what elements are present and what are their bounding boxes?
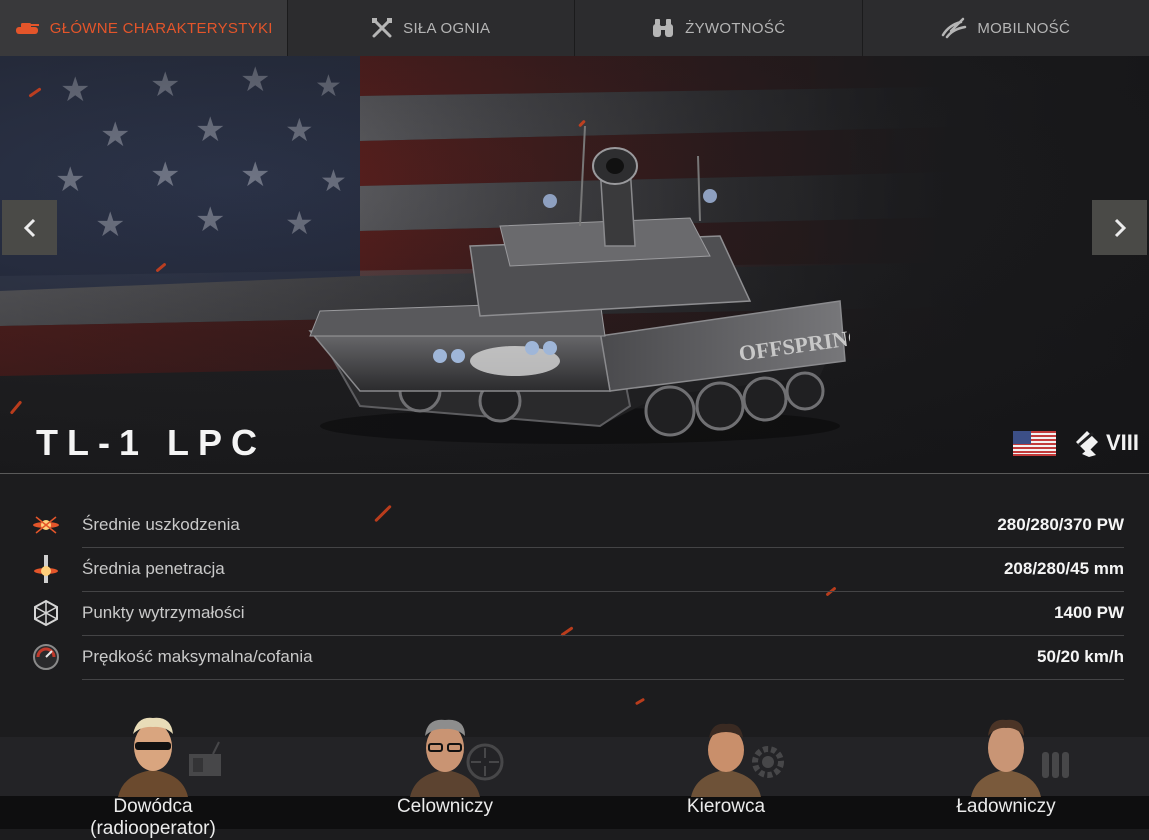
crew-member-commander[interactable]: Dowódca (radiooperator): [53, 712, 253, 829]
usa-flag-icon: [1013, 431, 1056, 456]
previous-vehicle-button[interactable]: [2, 200, 57, 255]
hit-points-icon: [32, 599, 60, 627]
divider: [0, 473, 1149, 474]
stat-label: Średnie uszkodzenia: [82, 515, 240, 535]
speed-lines-icon: [941, 17, 967, 39]
tab-firepower[interactable]: SIŁA OGNIA: [288, 0, 576, 56]
crew-role-label: Ładowniczy: [906, 796, 1106, 818]
tab-label: GŁÓWNE CHARAKTERYSTYKI: [50, 20, 273, 37]
crew-role-label: Kierowca: [626, 796, 826, 818]
tab-label: MOBILNOŚĆ: [977, 20, 1070, 37]
crew-member-driver[interactable]: Kierowca: [626, 712, 826, 829]
crew-role-label: Celowniczy: [345, 796, 545, 818]
divider: [82, 679, 1124, 680]
stat-value: 50/20 km/h: [1037, 647, 1124, 667]
speedometer-icon: [32, 643, 60, 671]
chevron-right-icon: [1113, 218, 1127, 238]
crossed-guns-icon: [371, 17, 393, 39]
tab-mobility[interactable]: MOBILNOŚĆ: [863, 0, 1149, 56]
chevron-left-icon: [23, 218, 37, 238]
crew-member-loader[interactable]: Ładowniczy: [906, 712, 1106, 829]
tank-icon: [14, 20, 40, 36]
vehicle-hero: ★★★★ ★★★ ★★★★ ★★★ OFFSPRING: [0, 56, 1149, 474]
stat-label: Punkty wytrzymałości: [82, 603, 244, 623]
vehicle-name: TL-1 LPC: [36, 422, 266, 464]
avatar: [686, 712, 766, 797]
stat-row-penetration: Średnia penetracja 208/280/45 mm: [0, 547, 1149, 591]
light-tank-class-icon: [1074, 430, 1100, 458]
tab-survivability[interactable]: ŻYWOTNOŚĆ: [575, 0, 863, 56]
stat-label: Średnia penetracja: [82, 559, 225, 579]
avatar: [405, 712, 485, 797]
stat-row-damage: Średnie uszkodzenia 280/280/370 PW: [0, 503, 1149, 547]
ember-spark: [635, 698, 645, 706]
tab-main-characteristics[interactable]: GŁÓWNE CHARAKTERYSTYKI: [0, 0, 288, 56]
crew-role-label: Dowódca (radiooperator): [53, 796, 253, 840]
stat-value: 280/280/370 PW: [997, 515, 1124, 535]
tab-bar: GŁÓWNE CHARAKTERYSTYKI SIŁA OGNIA ŻYWOTN…: [0, 0, 1149, 56]
damage-burst-icon: [32, 511, 60, 539]
binoculars-icon: [651, 18, 675, 38]
avatar: [966, 712, 1046, 797]
avatar: [113, 712, 193, 797]
vehicle-tier: VIII: [1106, 430, 1139, 456]
stat-label: Prędkość maksymalna/cofania: [82, 647, 313, 667]
stat-row-hit-points: Punkty wytrzymałości 1400 PW: [0, 591, 1149, 635]
penetration-icon: [32, 555, 60, 583]
stat-row-speed: Prędkość maksymalna/cofania 50/20 km/h: [0, 635, 1149, 679]
stat-value: 208/280/45 mm: [1004, 559, 1124, 579]
tab-label: SIŁA OGNIA: [403, 20, 490, 37]
next-vehicle-button[interactable]: [1092, 200, 1147, 255]
tab-label: ŻYWOTNOŚĆ: [685, 20, 785, 37]
tank-image: OFFSPRING: [300, 126, 850, 446]
crew-member-gunner[interactable]: Celowniczy: [345, 712, 545, 829]
stat-value: 1400 PW: [1054, 603, 1124, 623]
